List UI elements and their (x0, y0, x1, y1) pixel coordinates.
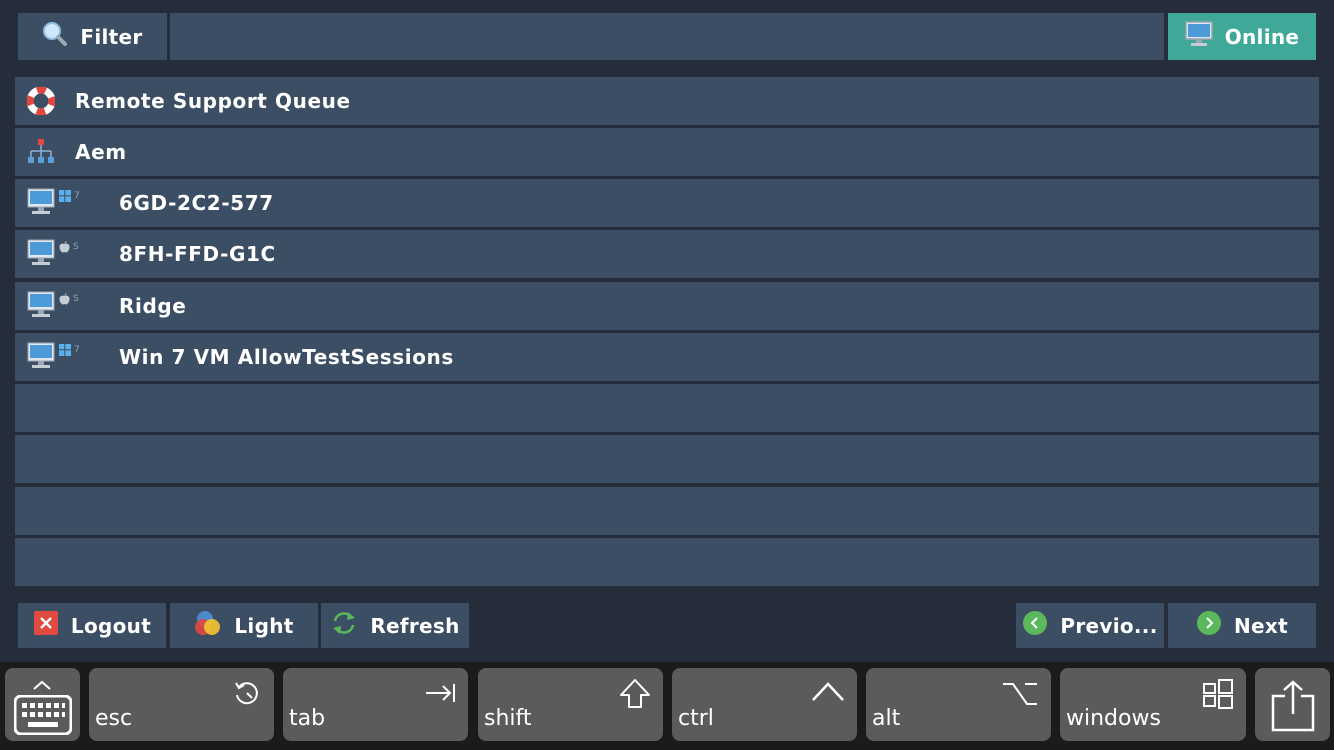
os-version: 7 (74, 191, 80, 201)
color-palette-icon (194, 609, 222, 642)
logout-button[interactable]: Logout (18, 603, 166, 648)
computer-name: Ridge (119, 294, 187, 318)
filter-input[interactable] (170, 13, 1164, 60)
keyboard-icon (13, 694, 73, 739)
light-label: Light (234, 613, 294, 638)
org-tree-icon (27, 138, 55, 170)
apple-logo-icon: S (59, 293, 79, 305)
os-version: S (73, 294, 79, 304)
shift-arrow-icon (619, 678, 651, 714)
next-label: Next (1234, 613, 1288, 638)
empty-list-row (15, 487, 1319, 535)
tab-key[interactable]: tab (283, 668, 468, 741)
chevron-right-icon (1196, 610, 1222, 641)
esc-key[interactable]: esc (89, 668, 274, 741)
apple-logo-icon: S (59, 241, 79, 253)
list-item-remote-support-queue[interactable]: Remote Support Queue (15, 77, 1319, 125)
list-item-label: Aem (75, 140, 127, 164)
computer-icon (27, 238, 55, 270)
computer-icon (27, 187, 55, 219)
filter-button[interactable]: Filter (18, 13, 167, 60)
close-icon (33, 610, 59, 641)
undo-clock-icon (232, 678, 262, 712)
list-item-computer[interactable]: S 8FH-FFD-G1C (15, 230, 1319, 278)
windows-key[interactable]: windows (1060, 668, 1246, 741)
os-version: S (73, 242, 79, 252)
windows-logo-icon: 7 (59, 190, 80, 202)
chevron-left-icon (1022, 610, 1048, 641)
ctrl-key[interactable]: ctrl (672, 668, 857, 741)
refresh-icon (330, 609, 358, 642)
tab-arrow-icon (424, 678, 456, 712)
refresh-button[interactable]: Refresh (321, 603, 469, 648)
computer-name: 8FH-FFD-G1C (119, 242, 276, 266)
list-item-aem[interactable]: Aem (15, 128, 1319, 176)
list-item-label: Remote Support Queue (75, 89, 351, 113)
alt-key-label: alt (872, 706, 901, 731)
control-caret-icon (811, 678, 845, 712)
computer-icon (27, 290, 55, 322)
computer-icon (27, 341, 55, 373)
filter-label: Filter (80, 24, 143, 49)
share-key[interactable] (1255, 668, 1330, 741)
windows-key-label: windows (1066, 706, 1161, 731)
windows-logo-icon: 7 (59, 344, 80, 356)
light-theme-button[interactable]: Light (170, 603, 318, 648)
os-version: 7 (74, 345, 80, 355)
chevron-up-icon (32, 676, 52, 695)
search-icon (42, 21, 68, 52)
monitor-icon (1184, 21, 1213, 52)
list-item-computer[interactable]: S Ridge (15, 282, 1319, 330)
previous-label: Previo... (1060, 613, 1158, 638)
option-key-icon (1001, 678, 1039, 712)
lifebuoy-icon (26, 86, 56, 119)
next-page-button[interactable]: Next (1168, 603, 1316, 648)
list-item-computer[interactable]: 7 6GD-2C2-577 (15, 179, 1319, 227)
shift-key-label: shift (484, 706, 532, 731)
computer-name: Win 7 VM AllowTestSessions (119, 345, 454, 369)
alt-key[interactable]: alt (866, 668, 1051, 741)
shift-key[interactable]: shift (478, 668, 663, 741)
esc-key-label: esc (95, 706, 133, 731)
online-status-button[interactable]: Online (1168, 13, 1316, 60)
share-icon (1269, 680, 1317, 736)
previous-page-button[interactable]: Previo... (1016, 603, 1164, 648)
tab-key-label: tab (289, 706, 326, 731)
keyboard-toggle-key[interactable] (5, 668, 80, 741)
modifier-key-bar: esc tab shift ctrl alt windows (0, 662, 1334, 750)
list-item-computer[interactable]: 7 Win 7 VM AllowTestSessions (15, 333, 1319, 381)
empty-list-row (15, 384, 1319, 432)
online-label: Online (1224, 24, 1300, 49)
ctrl-key-label: ctrl (678, 706, 714, 731)
logout-label: Logout (70, 613, 152, 638)
empty-list-row (15, 538, 1319, 586)
computer-name: 6GD-2C2-577 (119, 191, 274, 215)
empty-list-row (15, 435, 1319, 483)
refresh-label: Refresh (370, 613, 460, 638)
windows-grid-icon (1202, 678, 1234, 714)
